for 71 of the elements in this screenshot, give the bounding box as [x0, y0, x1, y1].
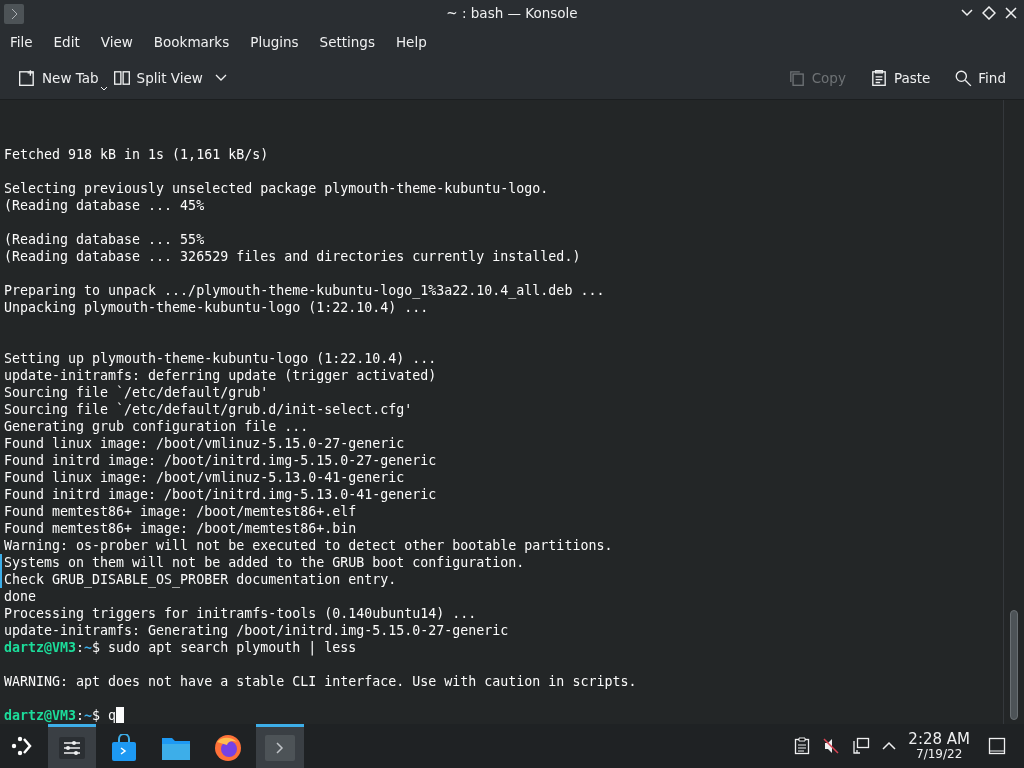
copy-icon [787, 69, 806, 88]
prompt-path: ~ [84, 708, 93, 723]
output-line: Sourcing file `/etc/default/grub.d/init-select.cfg' [4, 402, 413, 417]
scrollbar-thumb[interactable] [1010, 610, 1018, 720]
output-line: Fetched 918 kB in 1s (1,161 kB/s) [4, 147, 269, 162]
output-line: Unpacking plymouth-theme-kubuntu-logo (1:22.10.4) ... [4, 300, 429, 315]
command-text: $ q [92, 708, 117, 723]
output-line: Sourcing file `/etc/default/grub' [4, 385, 269, 400]
chevron-up-icon[interactable] [882, 741, 897, 751]
output-line: Systems on them will not be added to the GRUB boot configuration. [4, 555, 525, 570]
output-line: Setting up plymouth-theme-kubuntu-logo (1:22.10.4) ... [4, 351, 437, 366]
menu-item[interactable]: File [4, 33, 39, 50]
menu-item[interactable]: View [94, 33, 139, 50]
caret-icon [214, 74, 227, 83]
output-line: Generating grub configuration file ... [4, 419, 309, 434]
terminal-icon [265, 734, 295, 761]
split-view-icon [112, 69, 131, 88]
taskbar-item[interactable] [48, 724, 96, 768]
muted-speaker-icon[interactable] [822, 737, 841, 755]
output-line: Warning: os-prober will not be executed to detect other bootable partitions. [4, 538, 613, 553]
clock-date[interactable]: 7/19/22 [916, 747, 963, 761]
shopping-bag-icon [111, 733, 137, 762]
output-line: (Reading database ... 326529 files and directories currently installed.) [4, 249, 581, 264]
search-icon [954, 69, 973, 88]
output-line: Preparing to unpack .../plymouth-theme-kubuntu-logo_1%3a22.10.4_all.deb ... [4, 283, 605, 298]
output-line: Found initrd image: /boot/initrd.img-5.13.0-41-generic [4, 487, 437, 502]
maximize-button[interactable] [982, 6, 996, 20]
text-cursor [116, 707, 125, 723]
output-line: Check GRUB_DISABLE_OS_PROBER documentation entry. [4, 572, 397, 587]
output-line: Selecting previously unselected package plymouth-theme-kubuntu-logo. [4, 181, 549, 196]
output-line: WARNING: apt does not have a stable CLI interface. Use with caution in scripts. [4, 674, 637, 689]
window-title: ~ : bash — Konsole [446, 5, 578, 22]
taskbar-item[interactable] [256, 724, 304, 768]
prompt-user: dartz@VM3 [4, 640, 77, 655]
output-line: Found linux image: /boot/vmlinuz-5.13.0-41-generic [4, 470, 405, 485]
sliders-icon [59, 736, 85, 759]
show-desktop-icon[interactable] [988, 737, 1006, 755]
menu-item[interactable]: Edit [47, 33, 86, 50]
output-line: Found linux image: /boot/vmlinuz-5.15.0-27-generic [4, 436, 405, 451]
output-line: update-initramfs: Generating /boot/initrd.img-5.15.0-27-generic [4, 623, 509, 638]
output-line: (Reading database ... 45% [4, 198, 205, 213]
new-tab-icon [18, 69, 36, 88]
close-button[interactable] [1004, 6, 1018, 20]
output-line: Processing triggers for initramfs-tools (0.140ubuntu14) ... [4, 606, 477, 621]
prompt-user: dartz@VM3 [4, 708, 77, 723]
browser-icon [214, 733, 242, 762]
clipboard-icon [869, 69, 888, 88]
prompt-path: ~ [84, 640, 93, 655]
network-icon[interactable] [852, 737, 871, 755]
toolbar-button[interactable]: Paste [865, 65, 935, 92]
output-line: update-initramfs: deferring update (trigger activated) [4, 368, 437, 383]
menu-item[interactable]: Plugins [244, 33, 305, 50]
caret-icon [100, 87, 107, 92]
toolbar-button[interactable]: New Tab [14, 65, 103, 92]
output-line: Found memtest86+ image: /boot/memtest86+.bin [4, 521, 357, 536]
terminal-icon [4, 4, 24, 24]
output-line: (Reading database ... 55% [4, 232, 205, 247]
toolbar-button[interactable]: Find [950, 65, 1010, 92]
menu-item[interactable]: Help [389, 33, 433, 50]
clipboard-icon[interactable] [794, 737, 811, 755]
command-text: $ sudo apt search plymouth | less [92, 640, 357, 655]
output-line: Found initrd image: /boot/initrd.img-5.15.0-27-generic [4, 453, 437, 468]
menu-item[interactable]: Settings [313, 33, 381, 50]
prompt-separator: : [76, 640, 85, 655]
output-line: Found memtest86+ image: /boot/memtest86+.elf [4, 504, 357, 519]
toolbar-button[interactable]: Split View [108, 65, 231, 92]
launcher-icon [10, 734, 34, 758]
prompt-separator: : [76, 708, 85, 723]
clock-time[interactable]: 2:28 AM [908, 731, 970, 747]
menu-item[interactable]: Bookmarks [147, 33, 236, 50]
output-line: done [4, 589, 37, 604]
